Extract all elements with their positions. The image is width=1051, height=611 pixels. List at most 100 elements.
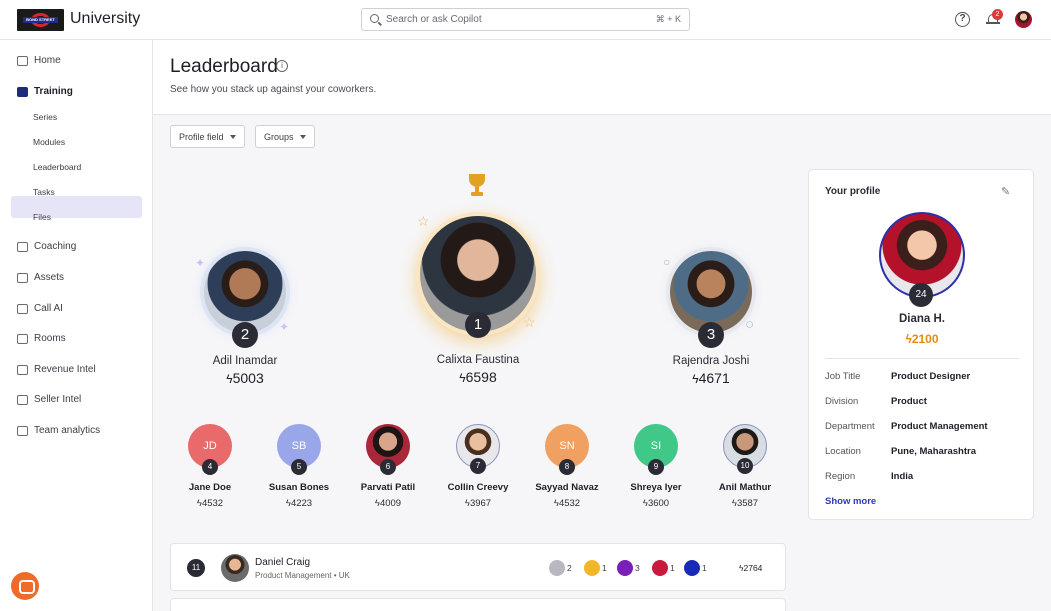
field-label: Division: [825, 396, 859, 407]
leader-score: ϟ3967: [464, 498, 492, 509]
sidebar-item-label: Team analytics: [34, 425, 101, 436]
leader-score: ϟ4009: [374, 498, 402, 509]
divider: [825, 358, 1019, 359]
podium-score: ϟ5003: [226, 370, 264, 386]
rank-badge: 9: [648, 459, 664, 475]
field-value: Product: [891, 396, 927, 407]
purple-badge-icon: [617, 560, 633, 576]
sidebar-subitem-leaderboard[interactable]: Leaderboard: [33, 162, 81, 172]
leaderboard-row[interactable]: 11 Daniel Craig Product Management • UK …: [170, 543, 786, 591]
sidebar-item-label: Revenue Intel: [34, 364, 96, 375]
leader-name: Parvati Patil: [360, 482, 416, 493]
file-icon: [17, 272, 28, 283]
sidebar-item-seller-intel[interactable]: Seller Intel: [17, 394, 81, 405]
id-card-icon: [17, 394, 28, 405]
leader-card[interactable]: SI 9 Shreya Iyer ϟ3600: [611, 424, 701, 509]
sidebar-item-team-analytics[interactable]: Team analytics: [17, 425, 100, 436]
leader-card[interactable]: JD 4 Jane Doe ϟ4532: [165, 424, 255, 509]
profile-title: Your profile: [825, 186, 881, 197]
help-icon[interactable]: ?: [955, 12, 970, 27]
medal-count: 1: [670, 563, 675, 573]
logo-text: BOND STREET: [23, 17, 58, 23]
sidebar-item-coaching[interactable]: Coaching: [17, 241, 76, 252]
top-bar: BOND STREET University Search or ask Cop…: [0, 0, 1051, 40]
rank-badge: 8: [559, 459, 575, 475]
sidebar-subitem-tasks[interactable]: Tasks: [33, 187, 55, 197]
medal-count: 3: [635, 563, 640, 573]
podium-first[interactable]: 1 Calixta Faustina ϟ6598: [413, 212, 543, 385]
sidebar-subitem-series[interactable]: Series: [33, 112, 57, 122]
search-input[interactable]: Search or ask Copilot ⌘ + K: [361, 8, 690, 31]
user-avatar[interactable]: [1015, 11, 1032, 28]
chat-support-button[interactable]: [11, 572, 39, 600]
search-shortcut: ⌘ + K: [655, 14, 681, 24]
show-more-link[interactable]: Show more: [825, 496, 876, 507]
notification-badge: 2: [992, 9, 1003, 20]
your-profile-card: Your profile ✎ 24 Diana H. ϟ2100 Job Tit…: [808, 169, 1034, 520]
podium-name: Adil Inamdar: [212, 355, 278, 367]
avatar: [221, 554, 249, 582]
rank-badge: 4: [202, 459, 218, 475]
medal-count: 2: [567, 563, 572, 573]
field-label: Location: [825, 446, 861, 457]
field-value: India: [891, 471, 914, 482]
field-value: Product Management: [891, 421, 988, 432]
leader-card[interactable]: 10 Anil Mathur ϟ3587: [700, 424, 790, 509]
leader-card[interactable]: SB 5 Susan Bones ϟ4223: [254, 424, 344, 509]
rank-badge: 7: [470, 458, 486, 474]
groups-dropdown[interactable]: Groups: [255, 125, 315, 148]
sidebar-item-revenue-intel[interactable]: Revenue Intel: [17, 364, 96, 375]
avatar: 2: [200, 247, 290, 348]
rank-badge: 10: [737, 458, 753, 474]
sidebar-item-assets[interactable]: Assets: [17, 272, 64, 283]
podium-second[interactable]: 2 Adil Inamdar ϟ5003: [195, 247, 295, 386]
profile-field-dropdown[interactable]: Profile field: [170, 125, 245, 148]
leader-card[interactable]: SN 8 Sayyad Navaz ϟ4532: [522, 424, 612, 509]
leader-score: ϟ4532: [553, 498, 581, 509]
red-badge-icon: [652, 560, 668, 576]
field-label: Job Title: [825, 371, 861, 382]
app-title[interactable]: University: [70, 10, 140, 28]
dropdown-label: Groups: [264, 131, 294, 142]
chart-icon: [17, 364, 28, 375]
sidebar-subitem-files[interactable]: Files: [33, 212, 51, 222]
sidebar-item-label: Training: [34, 86, 73, 97]
sidebar-active-highlight: [11, 196, 142, 218]
leader-card[interactable]: 7 Collin Creevy ϟ3967: [433, 424, 523, 509]
sidebar-item-rooms[interactable]: Rooms: [17, 333, 66, 344]
sidebar-item-training[interactable]: Training: [17, 86, 73, 97]
leader-name: Anil Mathur: [718, 482, 772, 493]
rank-badge: 11: [187, 559, 205, 577]
leader-name: Jane Doe: [188, 482, 232, 493]
leader-name: Sayyad Navaz: [535, 482, 599, 493]
row-name: Daniel Craig: [255, 557, 311, 568]
avatar: 6: [366, 424, 410, 475]
sidebar-item-label: Call AI: [34, 303, 63, 314]
leader-score: ϟ4223: [285, 498, 313, 509]
profile-rank-badge: 24: [909, 283, 933, 307]
profile-score: ϟ2100: [905, 332, 939, 346]
main-content: Leaderboard i See how you stack up again…: [153, 40, 1051, 611]
sidebar-item-label: Rooms: [34, 333, 66, 344]
info-icon[interactable]: i: [276, 60, 288, 72]
search-placeholder: Search or ask Copilot: [386, 14, 482, 25]
rank-badge: 6: [380, 459, 396, 475]
trophy-icon: [465, 174, 489, 198]
profile-name: Diana H.: [898, 313, 945, 325]
dropdown-label: Profile field: [179, 131, 224, 142]
sidebar-item-call-ai[interactable]: Call AI: [17, 303, 63, 314]
sidebar-item-home[interactable]: Home: [17, 55, 61, 66]
avatar: SN 8: [545, 424, 589, 475]
leaderboard-row[interactable]: [170, 598, 786, 611]
field-value: Pune, Maharashtra: [891, 446, 976, 457]
sidebar-subitem-modules[interactable]: Modules: [33, 137, 65, 147]
edit-pencil-icon[interactable]: ✎: [1001, 187, 1011, 198]
avatar: 3: [666, 247, 756, 348]
bond-street-logo[interactable]: BOND STREET: [17, 9, 64, 31]
podium-third[interactable]: 3 Rajendra Joshi ϟ4671: [661, 247, 761, 386]
search-icon: [370, 14, 379, 23]
sidebar-item-label: Coaching: [34, 241, 77, 252]
field-label: Region: [825, 471, 856, 482]
leader-card[interactable]: 6 Parvati Patil ϟ4009: [343, 424, 433, 509]
bar-chart-icon: [17, 425, 28, 436]
